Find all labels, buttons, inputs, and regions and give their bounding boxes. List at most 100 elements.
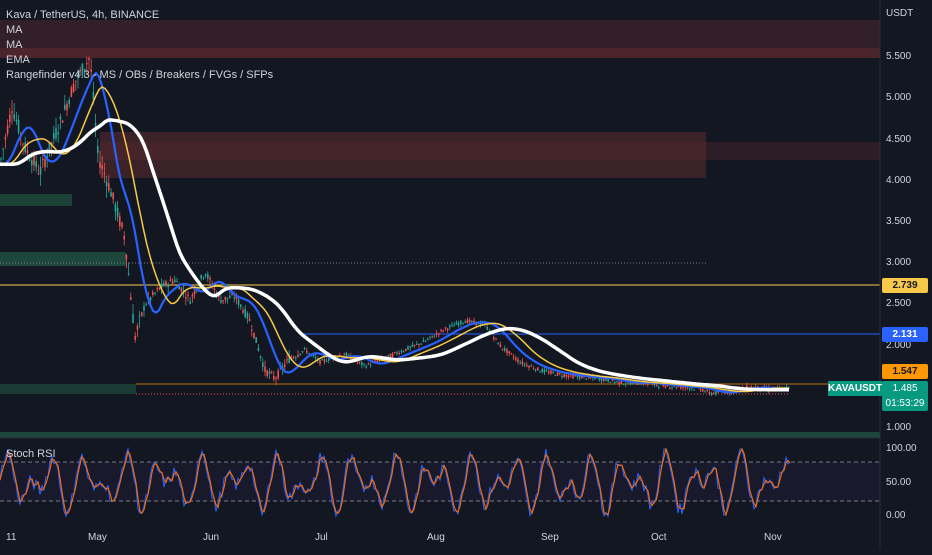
- candle-body: [193, 290, 196, 295]
- candle-body: [103, 173, 106, 175]
- candle-body: [255, 337, 257, 343]
- candle-body: [303, 348, 306, 350]
- candle-body: [517, 359, 519, 363]
- candle-body: [636, 383, 638, 385]
- indicator-rangefinder[interactable]: Rangefinder v4.3 - MS / OBs / Breakers /…: [6, 68, 273, 83]
- candle-body: [416, 343, 418, 345]
- candle-body: [57, 132, 59, 135]
- candle-body: [268, 371, 271, 374]
- candle-body: [295, 357, 297, 359]
- candle-body: [130, 297, 132, 300]
- candle-body: [356, 361, 359, 363]
- candle-body: [528, 365, 530, 368]
- candle-body: [136, 325, 139, 330]
- stoch-rsi-label[interactable]: Stoch RSI: [6, 448, 56, 460]
- candle-body: [603, 378, 605, 381]
- candle-body: [226, 297, 229, 299]
- chart-stage[interactable]: Kava / TetherUS, 4h, BINANCE MA MA EMA R…: [0, 0, 932, 550]
- candle-body: [31, 160, 33, 166]
- candle-body: [257, 347, 260, 351]
- candle-body: [145, 304, 147, 306]
- candle-body: [431, 335, 433, 337]
- candle-body: [572, 374, 574, 379]
- candle-body: [682, 387, 684, 389]
- candle-body: [675, 387, 678, 389]
- candle-body: [101, 165, 103, 170]
- candle-body: [292, 357, 295, 359]
- candle-body: [44, 159, 46, 168]
- candle-body: [112, 192, 114, 200]
- candle-body: [565, 374, 568, 377]
- candle-body: [105, 181, 108, 187]
- candle-body: [420, 343, 422, 345]
- candle-body: [444, 327, 447, 329]
- candle-body: [204, 273, 207, 276]
- candle-body: [149, 297, 152, 301]
- candle-body: [506, 349, 508, 353]
- candle-body: [125, 254, 128, 260]
- candle-body: [220, 300, 222, 304]
- candle-body: [561, 375, 563, 377]
- indicator-ma-2[interactable]: MA: [6, 38, 273, 53]
- candle-body: [365, 366, 367, 368]
- candle-body: [550, 370, 552, 374]
- candle-body: [398, 352, 400, 354]
- candle-body: [504, 348, 506, 351]
- candle-body: [614, 381, 616, 383]
- candle-body: [411, 344, 414, 347]
- price-tick: 3.500: [886, 216, 912, 227]
- candle-body: [213, 288, 216, 291]
- stoch-tick: 0.00: [886, 510, 906, 521]
- candle-body: [35, 161, 37, 168]
- candle-body: [171, 281, 174, 284]
- candle-body: [629, 382, 631, 385]
- candle-body: [37, 173, 40, 175]
- candle-body: [539, 371, 541, 373]
- symbol-title[interactable]: Kava / TetherUS, 4h, BINANCE: [6, 8, 273, 23]
- candle-body: [2, 148, 4, 150]
- candle-body: [413, 344, 416, 346]
- price-tick: 4.500: [886, 134, 912, 145]
- candle-body: [396, 352, 398, 354]
- candle-body: [457, 323, 460, 326]
- candle-body: [526, 364, 528, 367]
- indicator-ema[interactable]: EMA: [6, 53, 273, 68]
- candle-body: [108, 183, 110, 191]
- candle-body: [275, 378, 277, 380]
- candle-body: [319, 360, 321, 365]
- candle-body: [42, 159, 44, 161]
- time-tick: May: [88, 532, 107, 543]
- candle-body: [152, 291, 154, 295]
- candle-body: [325, 361, 328, 363]
- candle-body: [200, 275, 202, 279]
- candle-body: [418, 343, 420, 346]
- candle-body: [704, 391, 706, 393]
- candle-body: [264, 366, 266, 372]
- candle-body: [543, 369, 546, 373]
- candle-body: [532, 368, 535, 370]
- candle-body: [39, 166, 42, 175]
- candle-body: [618, 381, 620, 385]
- indicator-ma-1[interactable]: MA: [6, 23, 273, 38]
- candle-body: [702, 389, 704, 392]
- candle-body: [460, 320, 462, 324]
- candle-body: [127, 273, 130, 275]
- supply-zone: [100, 142, 880, 160]
- candle-body: [9, 114, 11, 123]
- candle-body: [156, 288, 158, 290]
- candle-body: [462, 322, 464, 324]
- price-tick: 5.500: [886, 51, 912, 62]
- candle-body: [394, 352, 396, 354]
- price-tick: 2.500: [886, 298, 912, 309]
- price-tick: 5.000: [886, 92, 912, 103]
- candle-body: [422, 340, 425, 343]
- candle-body: [251, 329, 253, 331]
- time-tick: Nov: [764, 532, 782, 543]
- candle-body: [433, 336, 436, 338]
- candle-body: [442, 330, 444, 332]
- time-tick: Jun: [203, 532, 220, 543]
- candle-body: [625, 383, 627, 385]
- candle-body: [0, 158, 2, 160]
- candle-body: [110, 191, 112, 197]
- candle-body: [229, 295, 231, 299]
